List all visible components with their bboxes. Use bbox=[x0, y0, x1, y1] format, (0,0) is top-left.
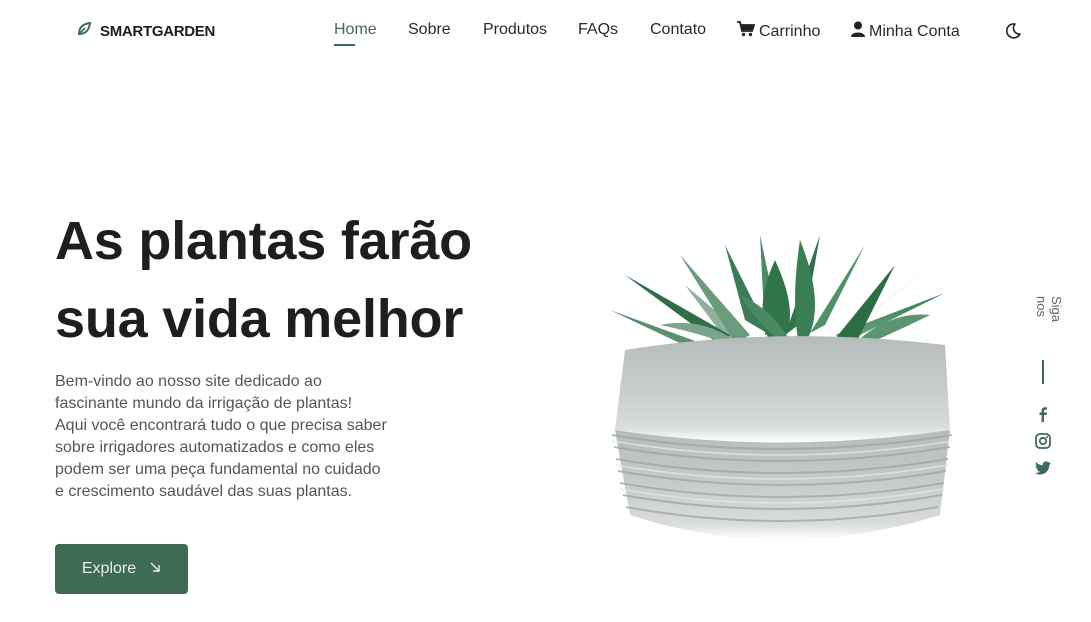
theme-toggle-button[interactable] bbox=[1004, 22, 1022, 45]
explore-button-label: Explore bbox=[81, 560, 137, 577]
nav-sobre[interactable]: Sobre bbox=[408, 21, 451, 39]
nav-contato[interactable]: Contato bbox=[650, 21, 706, 39]
social-label: Siga nos bbox=[1034, 296, 1064, 323]
social-divider bbox=[1042, 360, 1044, 384]
hero-desc-line: Bem-vindo ao nosso site dedicado ao bbox=[55, 373, 322, 390]
succulent-pot-image bbox=[600, 225, 960, 570]
arrow-down-right-icon bbox=[150, 560, 161, 578]
hero-description: Bem-vindo ao nosso site dedicado ao fasc… bbox=[55, 371, 435, 503]
instagram-icon[interactable] bbox=[1034, 433, 1052, 454]
twitter-icon[interactable] bbox=[1034, 460, 1052, 481]
user-icon bbox=[851, 21, 865, 42]
hero-desc-line: sobre irrigadores automatizados e como e… bbox=[55, 439, 375, 456]
hero-desc-line: Aqui você encontrará tudo o que precisa … bbox=[55, 417, 387, 434]
nav-produtos[interactable]: Produtos bbox=[483, 21, 547, 39]
cart-icon bbox=[737, 21, 756, 42]
main-nav: Home Sobre Produtos FAQs Contato Carrinh… bbox=[0, 21, 1091, 43]
hero-desc-line: fascinante mundo da irrigação de plantas… bbox=[55, 395, 353, 412]
active-nav-underline bbox=[334, 44, 355, 46]
nav-minha-conta[interactable]: Minha Conta bbox=[851, 21, 960, 42]
moon-icon bbox=[1004, 23, 1022, 44]
explore-button[interactable]: Explore bbox=[55, 544, 188, 594]
nav-home[interactable]: Home bbox=[334, 21, 377, 39]
hero-title-line2: sua vida melhor bbox=[55, 289, 464, 349]
nav-carrinho-label: Carrinho bbox=[759, 22, 821, 40]
nav-faqs[interactable]: FAQs bbox=[578, 21, 618, 39]
facebook-icon[interactable] bbox=[1034, 406, 1052, 427]
hero-title-line1: As plantas farão bbox=[55, 211, 472, 271]
hero-title: As plantas farão sua vida melhor bbox=[55, 202, 472, 358]
nav-carrinho[interactable]: Carrinho bbox=[737, 21, 820, 42]
hero-desc-line: e crescimento saudável das suas plantas. bbox=[55, 483, 353, 500]
hero-desc-line: podem ser uma peça fundamental no cuidad… bbox=[55, 461, 381, 478]
nav-minha-conta-label: Minha Conta bbox=[869, 22, 960, 40]
